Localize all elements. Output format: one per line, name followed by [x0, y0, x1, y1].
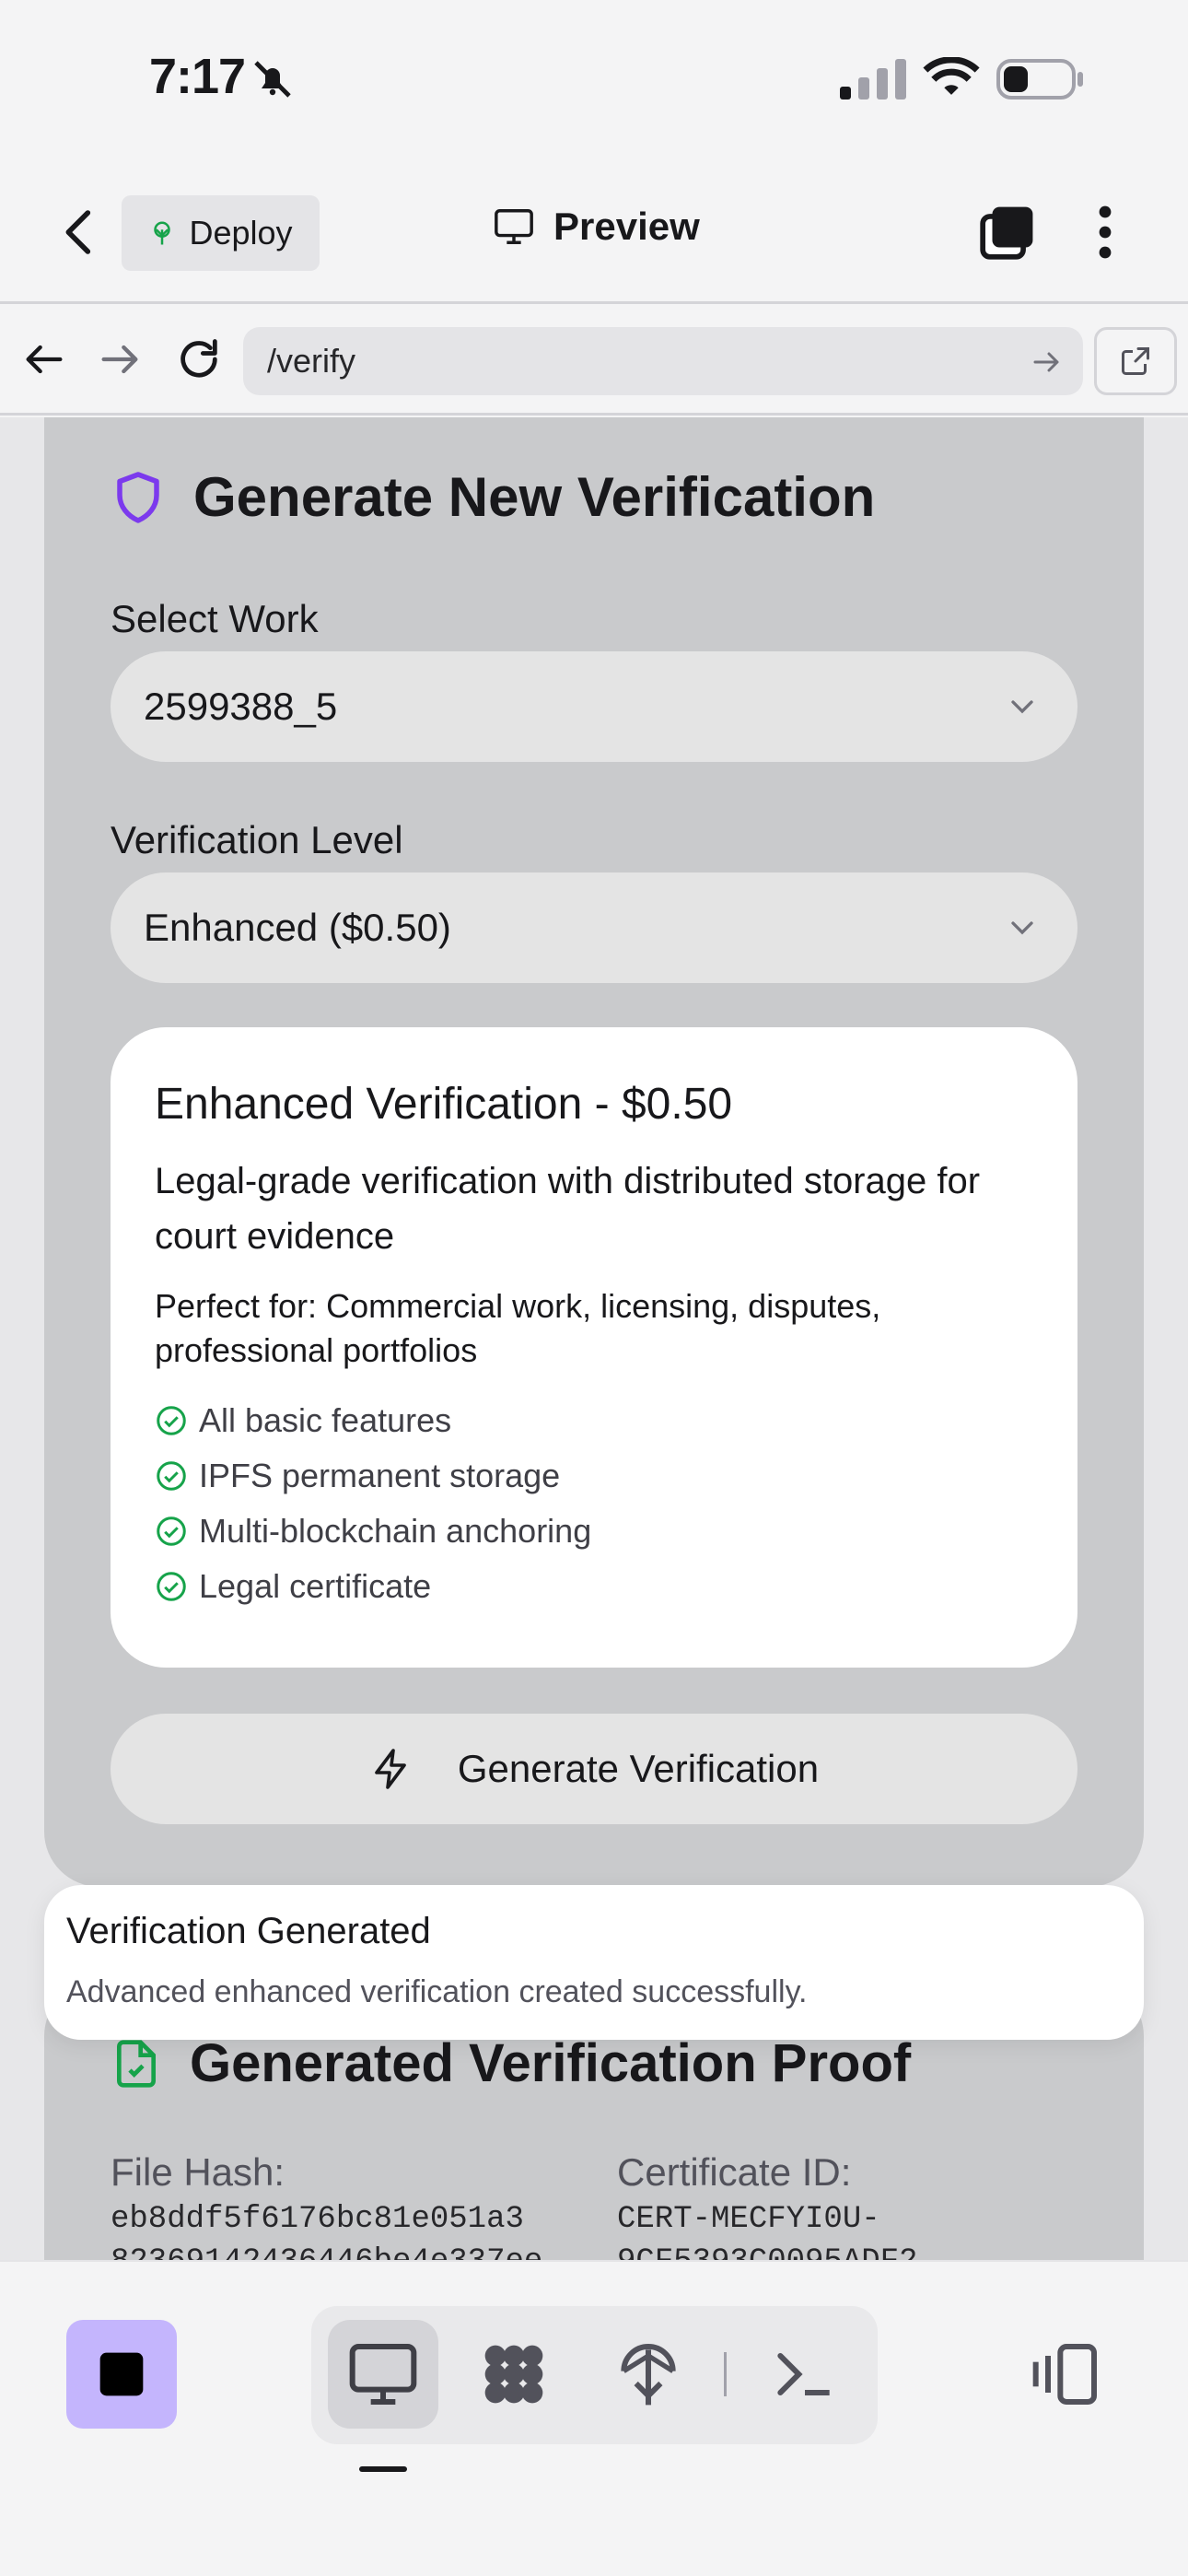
toast-description: Advanced enhanced verification created s…	[66, 1974, 808, 2009]
level-info-card: Enhanced Verification - $0.50 Legal-grad…	[111, 1027, 1077, 1668]
stop-icon	[99, 2352, 144, 2396]
panel-toggle-icon[interactable]	[1030, 2337, 1103, 2411]
certificate-id-line1: CERT-MECFYI0U-	[617, 2202, 880, 2237]
file-hash-line2: 82369142436446be4e337ee	[111, 2241, 542, 2260]
feature-label: IPFS permanent storage	[199, 1457, 561, 1494]
open-external-button[interactable]	[1094, 327, 1177, 395]
back-chevron-icon[interactable]	[53, 205, 105, 260]
terminal-icon[interactable]	[768, 2337, 842, 2411]
deploy-button[interactable]: Deploy	[122, 195, 320, 271]
feature-label: All basic features	[199, 1401, 452, 1439]
wifi-icon	[923, 57, 980, 95]
browser-back-icon[interactable]	[20, 335, 68, 383]
generate-verification-button[interactable]: Generate Verification	[111, 1714, 1077, 1824]
url-go-icon[interactable]	[1030, 345, 1063, 379]
browser-forward-icon[interactable]	[96, 335, 144, 383]
bell-muted-icon	[254, 61, 291, 98]
tabs-icon[interactable]	[978, 205, 1035, 262]
lightning-icon	[375, 1749, 406, 1789]
external-link-icon	[1122, 347, 1149, 375]
deploy-icon	[154, 221, 171, 245]
check-circle-icon	[157, 1461, 186, 1491]
active-tab-indicator	[359, 2466, 407, 2472]
chevron-down-icon	[1011, 921, 1033, 935]
feature-item: IPFS permanent storage	[155, 1448, 1033, 1504]
preview-label: Preview	[553, 205, 700, 248]
chevron-down-icon	[1011, 700, 1033, 714]
preview-title: Preview	[493, 205, 700, 249]
shield-icon	[117, 471, 159, 523]
tool-divider	[724, 2352, 727, 2396]
more-menu-icon[interactable]	[1087, 205, 1124, 260]
proof-title: Generated Verification Proof	[111, 2032, 911, 2094]
toast-title: Verification Generated	[66, 1911, 431, 1951]
verification-level-value: Enhanced ($0.50)	[144, 906, 451, 949]
verification-level-label: Verification Level	[111, 818, 403, 861]
file-hash-line1: eb8ddf5f6176bc81e051a3	[111, 2202, 524, 2237]
proof-title-text: Generated Verification Proof	[190, 2033, 912, 2093]
select-work-label: Select Work	[111, 597, 319, 640]
feature-label: Multi-blockchain anchoring	[199, 1512, 592, 1550]
check-circle-icon	[157, 1516, 186, 1546]
signal-icon	[840, 59, 906, 100]
card-title: Generate New Verification	[111, 465, 875, 529]
deploy-icon[interactable]	[611, 2337, 685, 2411]
modules-icon[interactable]	[477, 2337, 551, 2411]
verification-level-dropdown[interactable]: Enhanced ($0.50)	[111, 872, 1077, 983]
level-info-title: Enhanced Verification - $0.50	[155, 1080, 733, 1129]
url-text: /verify	[267, 342, 356, 380]
file-hash-label: File Hash:	[111, 2150, 285, 2194]
level-info-perfect-for: Perfect for: Commercial work, licensing,…	[155, 1287, 881, 1369]
generate-verification-label: Generate Verification	[457, 1747, 820, 1790]
reload-icon[interactable]	[175, 335, 223, 383]
monitor-icon[interactable]	[346, 2337, 420, 2411]
status-time: 7:17	[149, 49, 246, 104]
select-work-dropdown[interactable]: 2599388_5	[111, 651, 1077, 762]
feature-item: All basic features	[155, 1393, 1033, 1448]
stop-button[interactable]	[66, 2320, 177, 2429]
monitor-icon	[495, 209, 533, 244]
certificate-id-label: Certificate ID:	[617, 2150, 852, 2194]
battery-icon	[996, 59, 1083, 100]
deploy-label: Deploy	[189, 214, 293, 252]
level-info-description: Legal-grade verification with distribute…	[155, 1161, 981, 1257]
url-input[interactable]: /verify	[243, 327, 1083, 395]
certificate-id-line2: 9CF5393C0095ADF2	[617, 2241, 917, 2260]
feature-item: Multi-blockchain anchoring	[155, 1504, 1033, 1559]
card-title-text: Generate New Verification	[193, 466, 876, 528]
file-check-icon	[117, 2039, 156, 2088]
feature-label: Legal certificate	[199, 1567, 432, 1605]
check-circle-icon	[157, 1406, 186, 1435]
select-work-value: 2599388_5	[144, 685, 338, 728]
check-circle-icon	[157, 1572, 186, 1601]
feature-item: Legal certificate	[155, 1559, 1033, 1614]
toast-notification: Verification Generated Advanced enhanced…	[44, 1885, 1144, 2040]
